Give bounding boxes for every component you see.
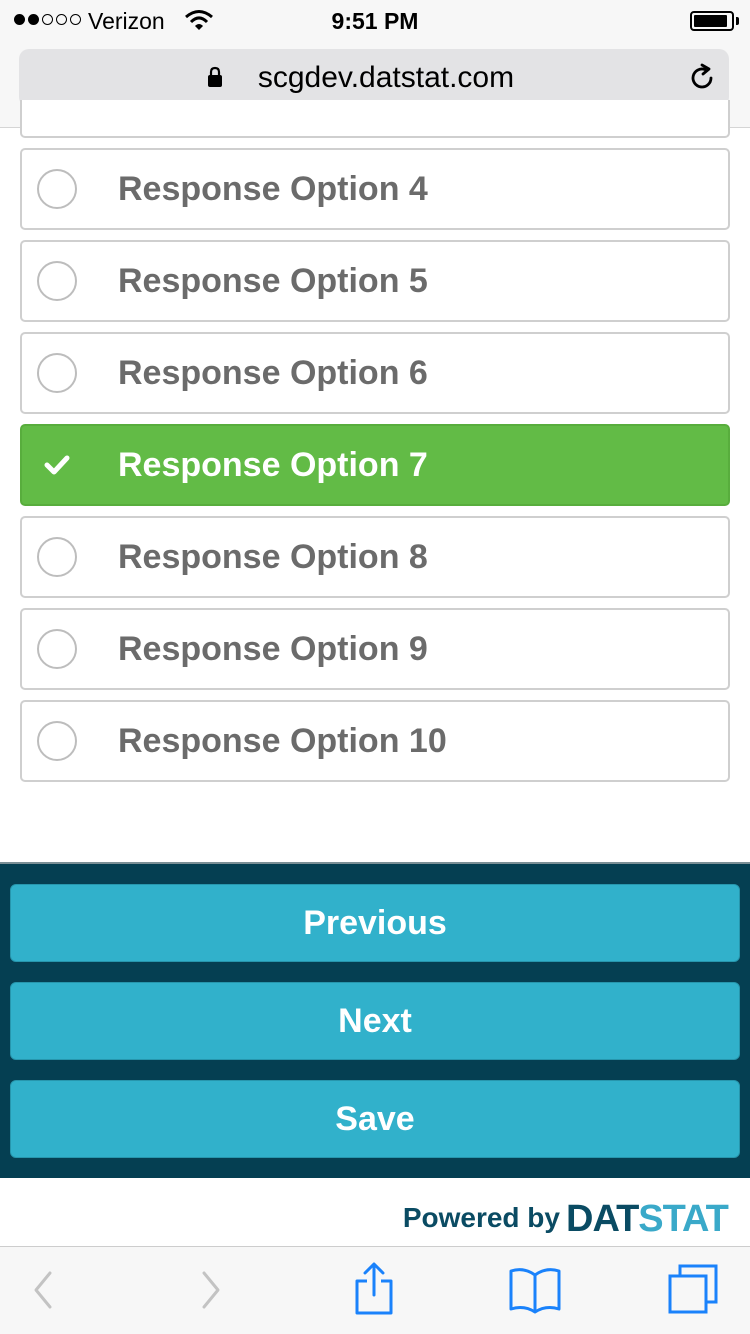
next-button[interactable]: Next	[10, 982, 740, 1060]
radio-button[interactable]	[37, 169, 77, 209]
book-icon[interactable]	[508, 1265, 562, 1315]
chevron-right-icon[interactable]	[198, 1265, 224, 1315]
footer: Powered by DATSTAT	[0, 1178, 750, 1246]
option-label: Response Option 8	[118, 538, 428, 576]
option-4[interactable]: Response Option 4	[20, 148, 730, 230]
previous-button[interactable]: Previous	[10, 884, 740, 962]
datstat-logo: DATSTAT	[566, 1198, 729, 1241]
tabs-icon[interactable]	[666, 1263, 720, 1315]
battery-nub	[736, 17, 739, 25]
option-label: Response Option 6	[118, 354, 428, 392]
battery-icon	[690, 11, 734, 31]
radio-button[interactable]	[37, 629, 77, 669]
option-5[interactable]: Response Option 5	[20, 240, 730, 322]
radio-button[interactable]	[37, 261, 77, 301]
option-label: Response Option 5	[118, 262, 428, 300]
option-7-selected[interactable]: Response Option 7	[20, 424, 730, 506]
radio-button[interactable]	[37, 537, 77, 577]
navigation-panel: Previous Next Save	[0, 862, 750, 1178]
checkmark-icon	[44, 455, 70, 475]
option-10[interactable]: Response Option 10	[20, 700, 730, 782]
radio-button[interactable]	[37, 721, 77, 761]
url-text[interactable]: scgdev.datstat.com	[19, 61, 729, 95]
option-9[interactable]: Response Option 9	[20, 608, 730, 690]
option-label: Response Option 10	[118, 722, 447, 760]
chevron-left-icon[interactable]	[30, 1265, 56, 1315]
brand-stat: STAT	[638, 1198, 729, 1240]
option-label: Response Option 4	[118, 170, 428, 208]
share-icon[interactable]	[352, 1261, 396, 1317]
option-6[interactable]: Response Option 6	[20, 332, 730, 414]
radio-button[interactable]	[37, 353, 77, 393]
option-label: Response Option 9	[118, 630, 428, 668]
status-bar: Verizon 9:51 PM	[0, 0, 750, 40]
powered-by-text: Powered by	[402, 1202, 560, 1233]
save-button[interactable]: Save	[10, 1080, 740, 1158]
reload-icon[interactable]	[687, 63, 717, 93]
clock: 9:51 PM	[331, 8, 419, 34]
option-label: Response Option 7	[118, 446, 428, 484]
brand-dat: DAT	[566, 1198, 639, 1240]
option-partial[interactable]	[20, 100, 730, 138]
browser-toolbar	[0, 1246, 750, 1334]
address-bar[interactable]: scgdev.datstat.com	[19, 49, 729, 107]
option-8[interactable]: Response Option 8	[20, 516, 730, 598]
